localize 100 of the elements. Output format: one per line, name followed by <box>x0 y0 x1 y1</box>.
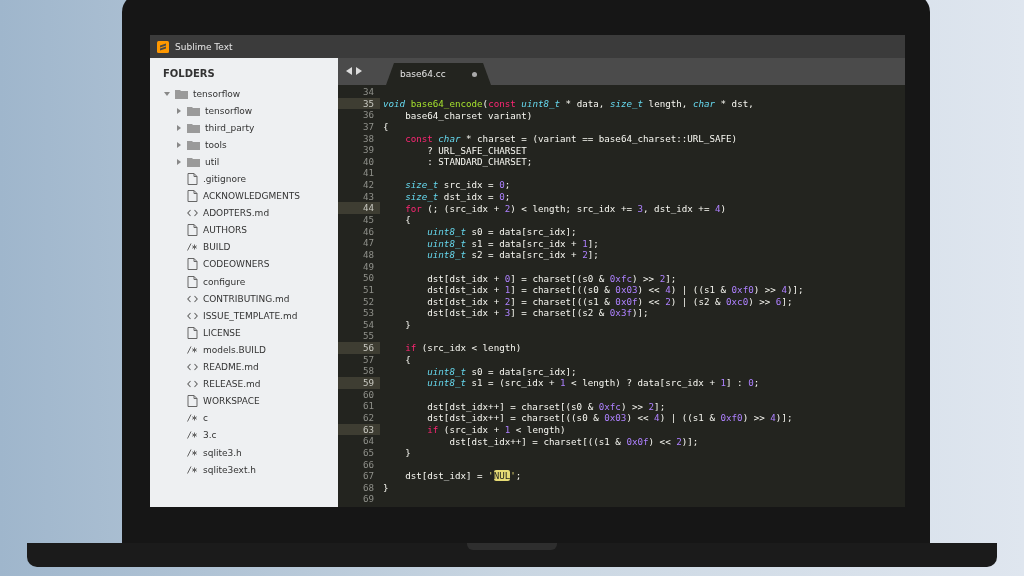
line-number: 60 <box>361 388 375 401</box>
code-line: dst[dst_idx + 2] = charset[((s1 & 0x0f) << 2) | (s2 & 0xc0) >> 6]; <box>426 295 793 307</box>
file-name[interactable]: sqlite3ext.h <box>203 464 256 475</box>
file-icon <box>187 258 198 271</box>
collapsed-arrow-icon[interactable] <box>176 124 182 131</box>
folder-name[interactable]: third_party <box>205 122 255 133</box>
folder-name[interactable]: tools <box>205 139 227 150</box>
folder-icon <box>187 122 200 133</box>
code-line: dst[dst_idx++] = charset[(s0 & 0xfc) >> 2]; <box>426 400 666 412</box>
forward-arrow-icon[interactable] <box>356 67 362 75</box>
folder-icon <box>187 105 200 116</box>
comment-slash-icon <box>187 243 198 252</box>
line-number: 58 <box>361 365 375 377</box>
collapsed-arrow-icon[interactable] <box>176 141 182 148</box>
line-number: 52 <box>361 295 375 308</box>
line-number: 64 <box>361 435 375 447</box>
folder-name[interactable]: tensorflow <box>193 88 241 99</box>
line-number: 38 <box>361 132 375 145</box>
line-number: 61 <box>361 400 375 412</box>
collapsed-arrow-icon[interactable] <box>176 107 182 114</box>
file-name[interactable]: sqlite3.h <box>203 447 242 458</box>
code-brackets-icon <box>187 311 198 320</box>
file-name[interactable]: .gitignore <box>203 174 247 184</box>
line-number: 63 <box>338 423 380 436</box>
file-name[interactable]: ACKNOWLEDGMENTS <box>203 191 300 202</box>
code-line: ? URL_SAFE_CHARSET <box>426 144 527 156</box>
file-name[interactable]: models.BUILD <box>203 344 266 355</box>
folder-name[interactable]: util <box>205 156 220 167</box>
line-number: 69 <box>361 493 375 506</box>
code-line: dst[dst_idx++] = charset[((s1 & 0x0f) << 2)]; <box>448 435 699 447</box>
code-line: dst[dst_idx + 3] = charset[(s2 & 0x3f)]; <box>426 307 649 319</box>
file-icon <box>187 190 198 203</box>
code-line: for (; (src_idx + 2) < length; src_idx += 3, dst_idx += 4) <box>404 202 727 214</box>
line-number: 47 <box>361 237 375 249</box>
code-line: dst[dst_idx + 1] = charset[((s0 & 0x03) << 4) | ((s1 & 0xf0) >> 4)]; <box>426 284 804 296</box>
code-line: { <box>383 121 389 133</box>
code-line: { <box>404 214 411 226</box>
line-number: 53 <box>361 307 375 319</box>
code-line: uint8_t s0 = data[src_idx]; <box>426 226 577 237</box>
line-number: 45 <box>361 214 375 226</box>
line-number: 40 <box>361 155 375 168</box>
file-name[interactable]: 3.c <box>203 430 217 441</box>
line-number: 37 <box>361 120 375 133</box>
file-name[interactable]: ADOPTERS.md <box>203 208 270 219</box>
app-logo-icon <box>157 40 169 53</box>
file-name[interactable]: configure <box>203 276 246 287</box>
code-line: } <box>404 319 411 331</box>
line-number: 42 <box>361 179 375 191</box>
code-line: } <box>404 447 411 459</box>
line-number: 44 <box>338 202 380 215</box>
line-number: 56 <box>338 342 380 354</box>
code-line: if (src_idx + 1 < length) <box>426 423 566 435</box>
line-number: 67 <box>361 470 375 482</box>
code-line: : STANDARD_CHARSET; <box>426 156 533 168</box>
code-line: dst[dst_idx + 0] = charset[(s0 & 0xfc) >> 2]; <box>426 272 677 284</box>
code-line: uint8_t s1 = (src_idx + 1 < length) ? data[src_idx + 1] : 0; <box>426 377 760 389</box>
file-name[interactable]: WORKSPACE <box>203 396 260 407</box>
line-number: 35 <box>338 97 380 110</box>
code-line: uint8_t s1 = data[src_idx + 1]; <box>426 237 599 249</box>
line-number: 55 <box>361 330 375 343</box>
file-icon <box>187 275 198 288</box>
line-number: 68 <box>361 481 375 494</box>
line-number: 36 <box>361 109 375 121</box>
line-number: 57 <box>361 353 375 366</box>
line-number: 34 <box>361 86 375 98</box>
comment-slash-icon <box>187 448 198 457</box>
folder-icon <box>187 139 200 150</box>
line-number: 65 <box>361 446 375 459</box>
line-number: 50 <box>361 272 375 284</box>
line-number: 46 <box>361 225 375 238</box>
expanded-arrow-icon[interactable] <box>164 90 170 97</box>
collapsed-arrow-icon[interactable] <box>176 158 182 165</box>
file-name[interactable]: BUILD <box>203 242 231 253</box>
file-name[interactable]: RELEASE.md <box>203 379 261 390</box>
folder-name[interactable]: tensorflow <box>205 105 253 116</box>
line-number: 43 <box>361 190 375 203</box>
sidebar-heading: FOLDERS <box>162 68 216 81</box>
file-name[interactable]: ISSUE_TEMPLATE.md <box>203 310 298 321</box>
code-line: void base64_encode(const uint8_t * data, size_t length, char * dst, <box>383 97 754 109</box>
comment-slash-icon <box>187 465 198 474</box>
file-name[interactable]: CODEOWNERS <box>203 259 270 270</box>
file-name[interactable]: README.md <box>203 362 259 373</box>
file-name[interactable]: LICENSE <box>203 327 241 338</box>
line-number: 51 <box>361 283 375 296</box>
back-arrow-icon[interactable] <box>346 67 352 75</box>
file-name[interactable]: CONTRIBUTING.md <box>203 293 290 304</box>
line-number: 48 <box>361 248 375 261</box>
file-tab[interactable]: base64.cc <box>386 63 491 85</box>
line-number: 39 <box>361 144 375 156</box>
file-icon <box>187 173 198 185</box>
file-name[interactable]: AUTHORS <box>203 225 248 236</box>
code-line: uint8_t s0 = data[src_idx]; <box>426 365 577 377</box>
line-number: 59 <box>338 377 380 389</box>
code-line: if (src_idx < length) <box>404 342 522 354</box>
code-line: base64_charset variant) <box>404 109 533 121</box>
code-brackets-icon <box>187 380 198 389</box>
line-number: 62 <box>361 411 375 424</box>
line-number: 66 <box>361 458 375 471</box>
file-name[interactable]: c <box>203 413 208 424</box>
window-title: Sublime Text <box>175 41 233 52</box>
